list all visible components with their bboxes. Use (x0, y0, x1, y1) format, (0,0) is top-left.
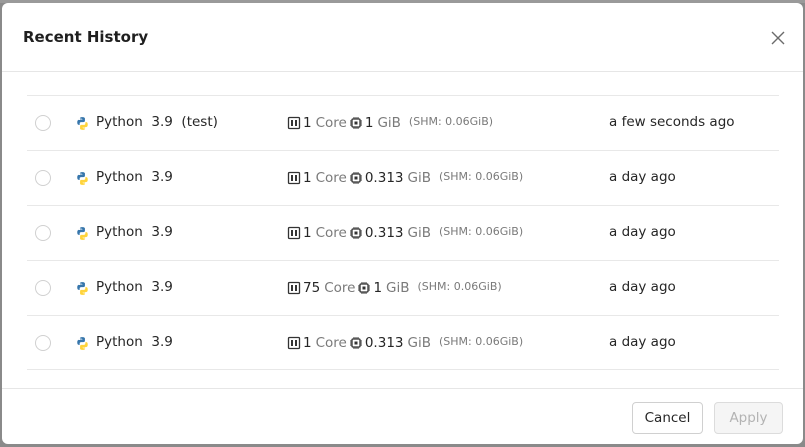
core-unit: Core (315, 170, 347, 186)
memory-amount: 0.313 (364, 170, 404, 186)
core-count: 1 (303, 170, 312, 186)
core-unit: Core (324, 280, 356, 296)
history-row[interactable]: Python 3.9 1 Core 0.313 GiB (SHM: 0.06Gi… (27, 205, 779, 260)
memory-amount: 1 (364, 115, 374, 131)
python-icon (77, 117, 88, 130)
resource-spec: 1 Core 1 GiB (SHM: 0.06GiB) (287, 112, 493, 134)
resource-spec: 75 Core 1 GiB (SHM: 0.06GiB) (287, 277, 502, 299)
history-row[interactable]: Python 3.9 1 Core 0.313 GiB (SHM: 0.06Gi… (27, 150, 779, 205)
environment-name: Python 3.9 (96, 169, 173, 185)
row-select-radio[interactable] (35, 225, 51, 241)
apply-button[interactable]: Apply (714, 402, 783, 434)
history-row[interactable]: Python 3.9 1 Core 0.313 GiB (SHM: 0.06Gi… (27, 315, 779, 370)
memory-amount: 0.313 (364, 225, 404, 241)
resource-spec: 1 Core 0.313 GiB (SHM: 0.06GiB) (287, 222, 523, 244)
shm-size: (SHM: 0.06GiB) (438, 334, 524, 348)
memory-chip-icon (349, 117, 362, 129)
last-used-time: a few seconds ago (609, 114, 735, 130)
core-unit: Core (315, 115, 347, 131)
last-used-time: a day ago (609, 279, 676, 295)
memory-amount: 1 (373, 280, 383, 296)
row-select-radio[interactable] (35, 335, 51, 351)
dialog-title: Recent History (23, 28, 149, 46)
cpu-icon (287, 281, 301, 295)
memory-unit: GiB (377, 115, 401, 131)
memory-unit: GiB (407, 225, 431, 241)
cpu-icon (287, 226, 301, 240)
environment-name: Python 3.9 (96, 334, 173, 350)
memory-chip-icon (349, 337, 362, 349)
memory-chip-icon (358, 282, 371, 294)
dialog-header: Recent History (2, 3, 803, 72)
row-select-radio[interactable] (35, 280, 51, 296)
history-list: Python 3.9 (test) 1 Core 1 GiB (SHM: 0.0… (2, 73, 803, 389)
cancel-button[interactable]: Cancel (632, 402, 703, 434)
last-used-time: a day ago (609, 169, 676, 185)
cpu-icon (287, 171, 301, 185)
python-icon (77, 337, 88, 350)
resource-spec: 1 Core 0.313 GiB (SHM: 0.06GiB) (287, 332, 523, 354)
last-used-time: a day ago (609, 224, 676, 240)
python-icon (77, 227, 88, 240)
row-select-radio[interactable] (35, 170, 51, 186)
last-used-time: a day ago (609, 334, 676, 350)
memory-chip-icon (349, 172, 362, 184)
row-select-radio[interactable] (35, 115, 51, 131)
cpu-icon (287, 116, 301, 130)
close-icon[interactable] (769, 29, 787, 47)
shm-size: (SHM: 0.06GiB) (438, 169, 524, 183)
memory-unit: GiB (407, 170, 431, 186)
shm-size: (SHM: 0.06GiB) (417, 279, 502, 293)
memory-amount: 0.313 (364, 335, 404, 351)
memory-unit: GiB (386, 280, 410, 296)
resource-spec: 1 Core 0.313 GiB (SHM: 0.06GiB) (287, 167, 523, 189)
recent-history-dialog: Recent History Python 3.9 (test) 1 Core (2, 3, 803, 444)
environment-name: Python 3.9 (96, 224, 173, 240)
shm-size: (SHM: 0.06GiB) (438, 224, 524, 238)
python-icon (77, 172, 88, 185)
core-count: 1 (303, 335, 312, 351)
memory-unit: GiB (407, 335, 431, 351)
cpu-icon (287, 336, 301, 350)
core-count: 75 (303, 280, 321, 296)
history-row[interactable]: Python 3.9 75 Core 1 GiB (SHM: 0.06GiB) … (27, 260, 779, 315)
dialog-footer: Cancel Apply (2, 388, 803, 444)
core-unit: Core (315, 225, 347, 241)
shm-size: (SHM: 0.06GiB) (408, 114, 494, 128)
core-unit: Core (315, 335, 347, 351)
environment-name: Python 3.9 (test) (96, 114, 218, 130)
core-count: 1 (303, 225, 312, 241)
environment-name: Python 3.9 (96, 279, 173, 295)
memory-chip-icon (349, 227, 362, 239)
history-row[interactable]: Python 3.9 (test) 1 Core 1 GiB (SHM: 0.0… (27, 95, 779, 150)
python-icon (77, 282, 88, 295)
core-count: 1 (303, 115, 312, 131)
